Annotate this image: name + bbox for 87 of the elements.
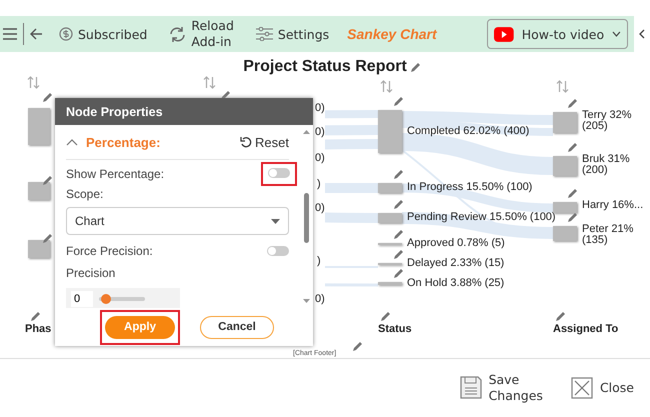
scroll-down-icon[interactable] [302,299,311,304]
sankey-node[interactable] [378,110,402,153]
node-label: 0) [315,126,325,138]
sort-icon[interactable] [27,76,40,89]
chart-title: Project Status Report [243,58,407,75]
reset-button[interactable]: Reset [240,134,289,150]
axis-label: Assigned To [553,323,618,335]
pencil-icon[interactable] [393,229,404,240]
pencil-icon[interactable] [42,233,53,244]
field-label: Scope: [66,187,104,201]
pencil-icon[interactable] [393,249,404,260]
scope-dropdown[interactable]: Chart [66,207,289,235]
node-label: Harry 16%... [582,200,644,211]
pencil-icon[interactable] [42,92,53,103]
pencil-icon[interactable] [393,199,404,210]
sort-icon[interactable] [203,76,216,89]
field-label: Precision [66,266,116,280]
pencil-icon[interactable] [567,188,578,199]
play-icon [494,26,514,42]
pencil-icon[interactable] [393,169,404,180]
toggle-switch[interactable] [268,168,290,178]
node-label: 0) [315,293,325,305]
reload-button[interactable]: Reload Add-in [161,18,242,50]
sankey-node[interactable] [28,240,50,258]
pencil-icon[interactable] [352,341,363,352]
scroll-up-icon[interactable] [302,129,311,134]
node-label: Peter 21% (135) [582,224,634,246]
app-title: Sankey Chart [347,26,437,42]
node-label: On Hold 3.88% (25) [407,276,504,288]
axis-label: Status [378,323,412,335]
pencil-icon[interactable] [393,96,404,107]
sankey-node[interactable] [378,282,402,285]
close-button[interactable]: Close [570,376,634,398]
node-label: Delayed 2.33% (15) [407,257,504,269]
pencil-icon[interactable] [555,311,566,322]
node-label: ) [317,178,321,190]
caret-icon [271,218,280,224]
subscribed-button[interactable]: Subscribed [51,26,156,42]
sort-icon[interactable] [380,80,393,93]
node-label: Pending Review 15.50% (100) [407,211,556,223]
node-label: 0) [315,202,325,214]
settings-button[interactable]: Settings [248,26,338,42]
collapse-icon[interactable] [639,29,645,39]
undo-icon [240,136,252,148]
dollar-icon [59,27,73,41]
node-label: Terry 32% (205) [582,110,632,132]
node-label: 0) [315,102,325,114]
cancel-button[interactable]: Cancel [200,316,274,338]
sankey-node[interactable] [553,226,577,241]
node-label: ) [317,255,321,267]
node-label: Completed 62.02% (400) [407,124,530,136]
pencil-icon[interactable] [567,142,578,153]
field-label: Show Percentage: [66,167,166,181]
sankey-node[interactable] [378,183,402,193]
sliders-icon [256,27,273,41]
refresh-icon [169,26,186,42]
pencil-icon[interactable] [42,175,53,186]
precision-input[interactable]: 0 [71,291,93,307]
pencil-icon[interactable] [30,311,41,322]
node-label: 0) [315,152,325,164]
sankey-node[interactable] [553,156,577,176]
sort-icon[interactable] [556,80,569,93]
chevron-up-icon[interactable] [66,138,78,146]
node-label: Bruk 31% (200) [582,154,630,176]
pencil-icon[interactable] [410,62,421,73]
video-button[interactable]: How-to video [487,19,628,49]
axis-label: Phas [25,323,52,335]
pencil-icon[interactable] [567,98,578,109]
sankey-node[interactable] [28,108,50,145]
pencil-icon[interactable] [380,311,391,322]
sankey-node[interactable] [553,202,577,213]
sankey-node[interactable] [553,112,577,133]
precision-slider[interactable] [99,297,145,301]
node-label: Approved 0.78% (5) [407,237,505,249]
close-icon [570,376,593,398]
chevron-down-icon [612,31,621,37]
sankey-node[interactable] [28,182,50,200]
back-arrow-icon[interactable] [30,28,43,40]
toggle-switch[interactable] [267,246,289,256]
pencil-icon[interactable] [393,268,404,279]
field-label: Force Precision: [66,244,154,258]
dialog-title: Node Properties [55,98,313,125]
sankey-node[interactable] [378,213,402,223]
menu-icon[interactable] [3,28,17,40]
section-title: Percentage: [86,134,160,150]
node-label: In Progress 15.50% (100) [407,181,532,193]
save-changes-button[interactable]: Save Changes [460,372,543,404]
